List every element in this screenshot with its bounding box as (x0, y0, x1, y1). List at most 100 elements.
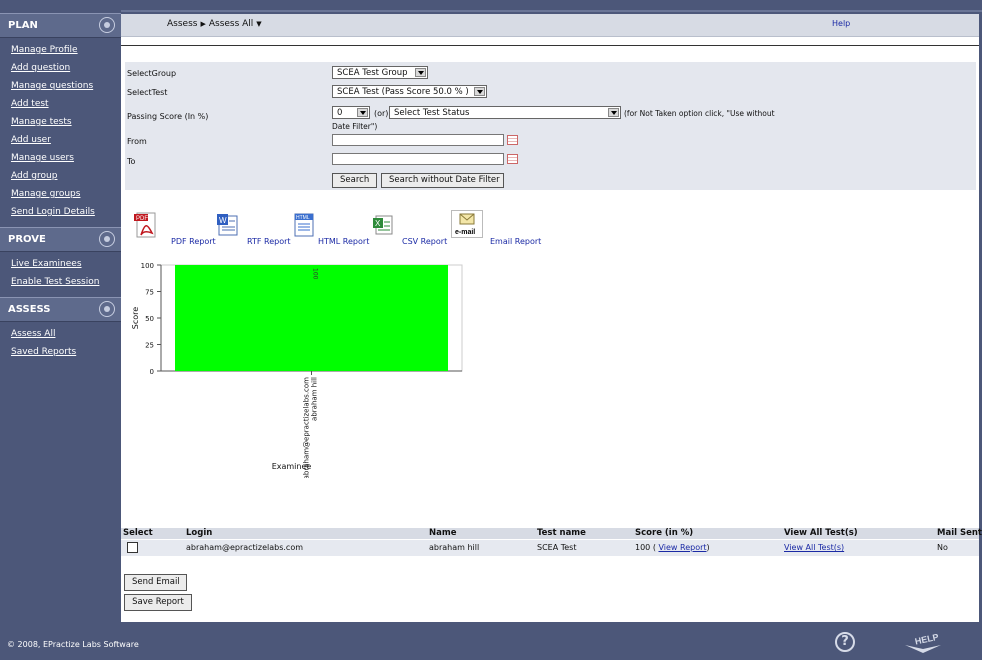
passing-score-label: Passing Score (In %) (127, 112, 209, 121)
sidebar-item-add-user[interactable]: Add user (0, 131, 121, 149)
target-icon (99, 231, 115, 247)
group-select-value: SCEA Test Group (337, 68, 408, 78)
sidebar-section-plan[interactable]: PLAN (0, 13, 121, 38)
cell-name: abraham hill (429, 543, 480, 552)
column-header-score: Score (in %) (635, 528, 694, 538)
divider (121, 45, 979, 46)
group-select[interactable]: SCEA Test Group (332, 66, 428, 79)
column-header-view-all: View All Test(s) (784, 528, 858, 538)
view-report-link[interactable]: View Report (658, 543, 706, 552)
section-title: PROVE (8, 234, 46, 245)
svg-text:X: X (375, 219, 381, 228)
column-header-name: Name (429, 528, 457, 538)
help-link[interactable]: Help (832, 19, 850, 28)
sidebar-item-manage-profile[interactable]: Manage Profile (0, 41, 121, 59)
section-title: ASSESS (8, 304, 51, 315)
select-test-label: SelectTest (127, 88, 168, 97)
breadcrumb-root[interactable]: Assess (167, 19, 197, 29)
crosshair-icon (99, 301, 115, 317)
email-icon[interactable]: e-mail (451, 210, 483, 241)
cell-test-name: SCEA Test (537, 543, 577, 552)
chevron-down-icon[interactable]: ▼ (256, 20, 261, 28)
sidebar-section-prove[interactable]: PROVE (0, 227, 121, 252)
chevron-down-icon[interactable] (415, 68, 426, 77)
header-bar: Assess ▶ Assess All ▼ Help (121, 14, 979, 37)
sidebar: PLAN Manage Profile Add question Manage … (0, 0, 121, 624)
svg-text:e-mail: e-mail (455, 229, 475, 236)
view-all-tests-link[interactable]: View All Test(s) (784, 543, 844, 552)
score-chart: 0255075100Score100abraham@epractizelabs.… (131, 262, 463, 478)
to-date-input[interactable] (332, 153, 504, 165)
search-button[interactable]: Search (332, 173, 377, 188)
data-label: 100 (312, 268, 319, 280)
chevron-down-icon[interactable] (474, 87, 485, 96)
sidebar-item-enable-test-session[interactable]: Enable Test Session (0, 273, 121, 291)
sidebar-item-manage-questions[interactable]: Manage questions (0, 77, 121, 95)
cell-mail-sent: No (937, 543, 948, 552)
html-icon[interactable]: HTML (293, 213, 315, 240)
column-header-select: Select (123, 528, 153, 538)
svg-text:W: W (219, 216, 227, 225)
filter-note-continued: Date Filter") (332, 122, 378, 131)
main-content: Assess ▶ Assess All ▼ Help SelectGroup SCE… (121, 14, 982, 622)
from-date-input[interactable] (332, 134, 504, 146)
svg-text:PDF: PDF (136, 216, 148, 222)
sidebar-item-add-question[interactable]: Add question (0, 59, 121, 77)
x-tick-label: abraham hill (311, 377, 319, 421)
sidebar-item-manage-tests[interactable]: Manage tests (0, 113, 121, 131)
calendar-icon[interactable] (507, 135, 518, 145)
or-text: (or) (374, 109, 389, 118)
email-report-link[interactable]: Email Report (490, 237, 541, 246)
from-label: From (127, 137, 147, 146)
select-group-label: SelectGroup (127, 69, 177, 78)
question-icon[interactable]: ? (835, 632, 855, 652)
y-tick-label: 0 (150, 368, 154, 376)
help-icon[interactable]: HELP (903, 631, 943, 658)
score-close: ) (706, 543, 710, 552)
sidebar-item-send-login-details[interactable]: Send Login Details (0, 203, 121, 221)
sidebar-item-add-test[interactable]: Add test (0, 95, 121, 113)
chevron-down-icon[interactable] (608, 108, 619, 117)
test-status-select[interactable]: Select Test Status (389, 106, 621, 119)
table-header: Select Login Name Test name Score (in %)… (121, 528, 982, 539)
sidebar-item-assess-all[interactable]: Assess All (0, 325, 121, 343)
sidebar-item-add-group[interactable]: Add group (0, 167, 121, 185)
select-checkbox[interactable] (127, 542, 138, 553)
passing-score-value: 0 (337, 108, 343, 118)
pdf-icon[interactable]: PDF (133, 211, 161, 242)
y-tick-label: 25 (145, 342, 154, 350)
target-icon (99, 17, 115, 33)
top-rule (121, 10, 982, 12)
rtf-icon[interactable]: W (216, 213, 240, 240)
y-tick-label: 100 (141, 262, 154, 270)
passing-score-select[interactable]: 0 (332, 106, 370, 119)
table-row: abraham@epractizelabs.com abraham hill S… (121, 540, 979, 556)
breadcrumb-current[interactable]: Assess All (209, 19, 253, 29)
to-label: To (127, 157, 136, 166)
filter-panel: SelectGroup SCEA Test Group SelectTest S… (125, 62, 976, 190)
sidebar-section-assess[interactable]: ASSESS (0, 297, 121, 322)
sidebar-item-saved-reports[interactable]: Saved Reports (0, 343, 121, 361)
y-tick-label: 75 (145, 289, 154, 297)
sidebar-item-live-examinees[interactable]: Live Examinees (0, 255, 121, 273)
score-value: 100 ( (635, 543, 659, 552)
test-select-value: SCEA Test (Pass Score 50.0 % ) (337, 87, 469, 97)
save-report-button[interactable]: Save Report (124, 594, 192, 611)
test-select[interactable]: SCEA Test (Pass Score 50.0 % ) (332, 85, 487, 98)
cell-login: abraham@epractizelabs.com (186, 543, 304, 552)
column-header-login: Login (186, 528, 213, 538)
section-title: PLAN (8, 20, 38, 31)
y-tick-label: 50 (145, 315, 154, 323)
column-header-mail-sent: Mail Sent (937, 528, 982, 538)
send-email-button[interactable]: Send Email (124, 574, 187, 591)
chevron-down-icon[interactable] (357, 108, 368, 117)
calendar-icon[interactable] (507, 154, 518, 164)
bar (175, 265, 448, 371)
svg-text:HELP: HELP (914, 632, 940, 647)
sidebar-item-manage-groups[interactable]: Manage groups (0, 185, 121, 203)
search-without-date-button[interactable]: Search without Date Filter (381, 173, 504, 188)
y-axis-label: Score (131, 307, 140, 329)
csv-icon[interactable]: X (372, 214, 394, 239)
test-status-value: Select Test Status (394, 108, 470, 118)
sidebar-item-manage-users[interactable]: Manage users (0, 149, 121, 167)
